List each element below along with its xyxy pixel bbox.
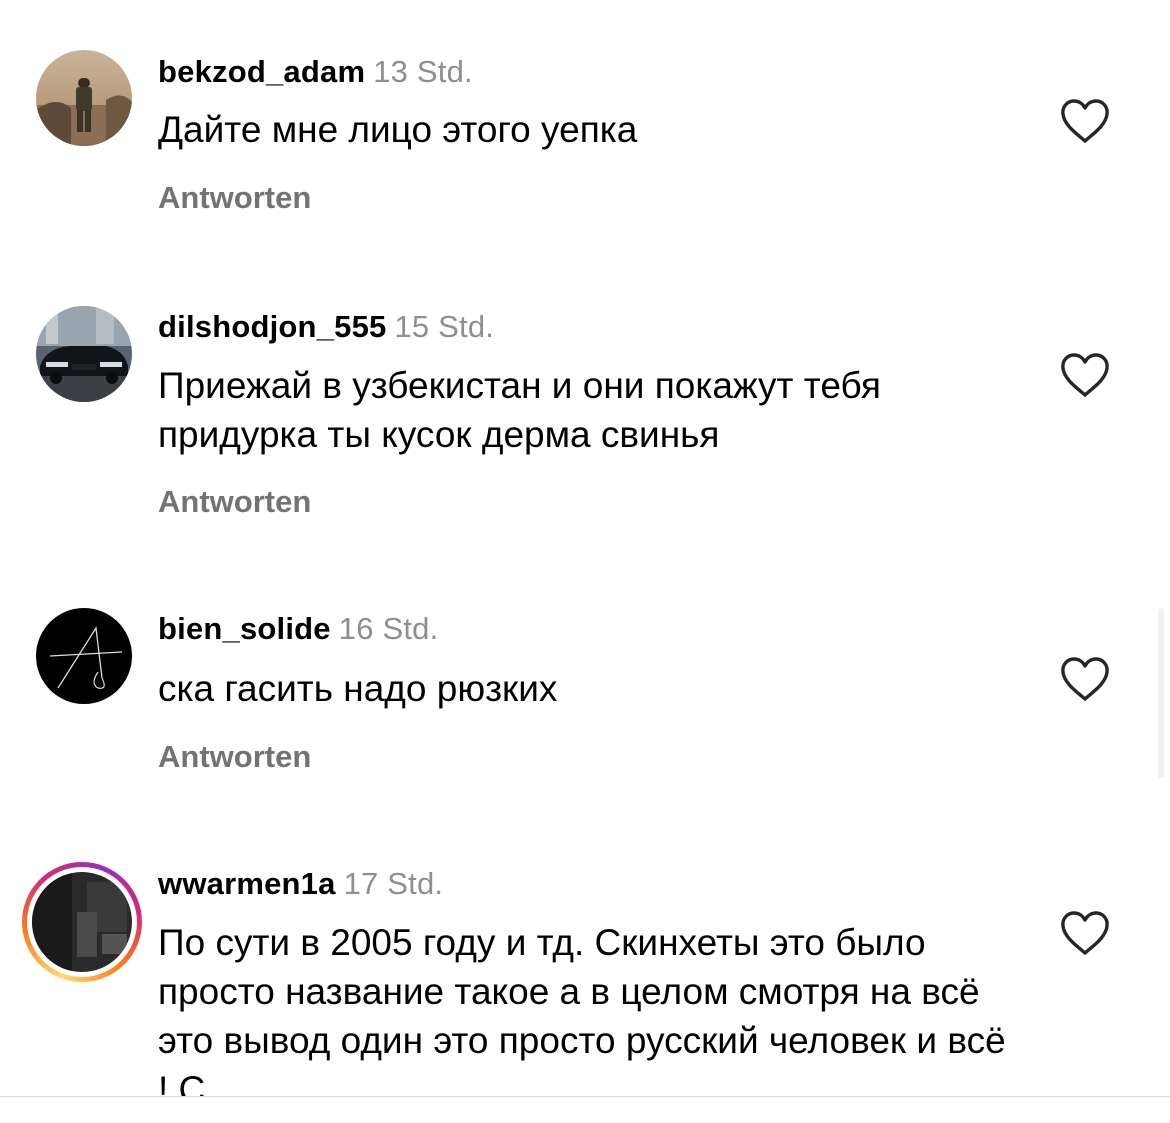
reply-button[interactable]: Antworten <box>158 484 311 520</box>
comment-username[interactable]: wwarmen1a 17 Std. <box>158 866 443 902</box>
comment-username[interactable]: bien_solide 16 Std. <box>158 611 438 647</box>
comment-username[interactable]: dilshodjon_555 15 Std. <box>158 309 494 345</box>
heart-outline-icon <box>1061 911 1109 955</box>
avatar[interactable] <box>36 50 132 146</box>
comment-username[interactable]: bekzod_adam 13 Std. <box>158 54 473 90</box>
heart-outline-icon <box>1061 657 1109 701</box>
like-button[interactable] <box>1058 908 1112 958</box>
avatar[interactable] <box>36 608 132 704</box>
comment-text: ска гасить надо рюзких <box>158 668 558 709</box>
scrollbar[interactable] <box>1158 608 1164 778</box>
reply-button[interactable]: Antworten <box>158 180 311 216</box>
comment-text: Дайте мне лицо этого уепка <box>158 109 638 150</box>
like-button[interactable] <box>1058 96 1112 146</box>
avatar <box>32 872 132 972</box>
comment-text: По сути в 2005 году и тд. Скинхеты это б… <box>158 922 1006 1096</box>
comments-list: bekzod_adam 13 Std. Дайте мне лицо этого … <box>0 0 1170 1096</box>
comment-text: Приежай в узбекистан и они покажут тебя … <box>158 365 881 455</box>
reply-button[interactable]: Antworten <box>158 739 311 775</box>
heart-outline-icon <box>1061 99 1109 143</box>
comment-timestamp: 16 Std. <box>338 611 439 646</box>
heart-outline-icon <box>1061 353 1109 397</box>
avatar[interactable] <box>36 306 132 402</box>
comment-timestamp: 13 Std. <box>373 54 473 89</box>
bottom-divider <box>0 1096 1170 1123</box>
like-button[interactable] <box>1058 654 1112 704</box>
avatar-story-ring[interactable] <box>22 862 142 982</box>
comment-timestamp: 17 Std. <box>343 866 444 901</box>
like-button[interactable] <box>1058 350 1112 400</box>
comment-timestamp: 15 Std. <box>394 309 495 344</box>
